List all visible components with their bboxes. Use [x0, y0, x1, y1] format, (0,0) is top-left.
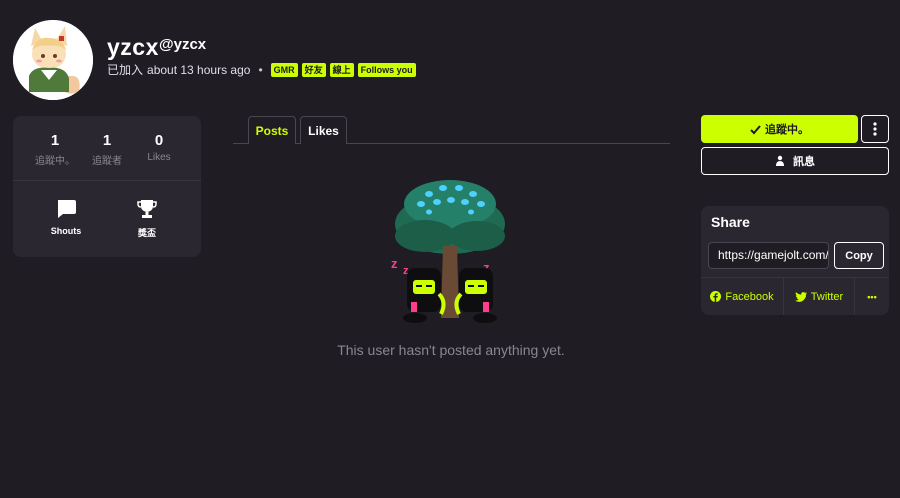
- stat-likes[interactable]: 0 Likes: [134, 132, 184, 163]
- following-button-label: 追蹤中。: [765, 124, 809, 136]
- share-twitter[interactable]: Twitter: [784, 278, 855, 315]
- sleeping-tree-illustration: z z z: [391, 180, 505, 323]
- more-options-button[interactable]: [861, 115, 889, 143]
- check-icon: [750, 124, 761, 134]
- vertical-ellipsis-icon: [873, 122, 877, 136]
- share-url-field[interactable]: https://gamejolt.com/@yzcx: [708, 242, 829, 269]
- svg-text:z: z: [391, 256, 398, 271]
- trophies-link[interactable]: 獎盃: [117, 198, 177, 239]
- stats-card: 1 追蹤中。 1 追蹤者 0 Likes Shouts 獎盃: [13, 116, 201, 257]
- user-avatar[interactable]: [13, 20, 93, 100]
- twitter-label: Twitter: [810, 290, 844, 303]
- stat-following-count: 1: [50, 132, 60, 149]
- stat-following[interactable]: 1 追蹤中。: [30, 132, 80, 167]
- avatar-image: [13, 20, 93, 100]
- share-links: Facebook Twitter •••: [701, 277, 889, 315]
- stat-followers[interactable]: 1 追蹤者: [82, 132, 132, 167]
- twitter-icon: [794, 291, 807, 302]
- feed-tabs: Posts Likes: [233, 116, 670, 144]
- stat-following-label: 追蹤中。: [35, 156, 75, 167]
- stat-likes-label: Likes: [147, 152, 171, 163]
- profile-header: yzcx @yzcx 已加入 about 13 hours ago • GMR …: [13, 20, 893, 100]
- message-button-label: 訊息: [793, 156, 815, 168]
- message-button[interactable]: 訊息: [701, 147, 889, 175]
- profile-meta: 已加入 about 13 hours ago • GMR 好友 線上 Follo…: [107, 61, 420, 78]
- trophy-icon: [137, 200, 157, 218]
- user-handle[interactable]: @yzcx: [159, 36, 206, 53]
- tab-likes[interactable]: Likes: [300, 116, 347, 144]
- joined-time: about 13 hours ago: [147, 62, 251, 77]
- tag-follows-you: Follows you: [357, 62, 416, 77]
- chat-bubble-icon: [58, 200, 76, 218]
- tag-online: 線上: [329, 62, 354, 77]
- share-facebook[interactable]: Facebook: [701, 278, 784, 315]
- share-more-button[interactable]: •••: [855, 278, 889, 315]
- tag-gmr: GMR: [270, 62, 298, 77]
- trophies-label: 獎盃: [137, 228, 156, 238]
- stat-likes-count: 0: [154, 132, 164, 149]
- user-display-name: yzcx: [107, 34, 159, 60]
- meta-separator: •: [258, 62, 263, 77]
- facebook-label: Facebook: [725, 290, 774, 303]
- empty-feed-message: This user hasn't posted anything yet.: [337, 342, 565, 358]
- shouts-label: Shouts: [50, 226, 82, 236]
- share-title: Share: [711, 214, 750, 230]
- stat-followers-count: 1: [102, 132, 112, 149]
- joined-label: 已加入: [107, 63, 144, 77]
- tab-posts[interactable]: Posts: [248, 116, 296, 144]
- stat-followers-label: 追蹤者: [92, 156, 122, 167]
- tag-friend: 好友: [301, 62, 326, 77]
- chat-user-icon: [776, 155, 784, 166]
- copy-button[interactable]: Copy: [834, 242, 884, 269]
- facebook-icon: [710, 291, 722, 302]
- stats-divider: [13, 180, 201, 181]
- following-button[interactable]: 追蹤中。: [701, 115, 858, 143]
- share-card: Share https://gamejolt.com/@yzcx Copy Fa…: [701, 206, 889, 315]
- shouts-link[interactable]: Shouts: [36, 198, 96, 236]
